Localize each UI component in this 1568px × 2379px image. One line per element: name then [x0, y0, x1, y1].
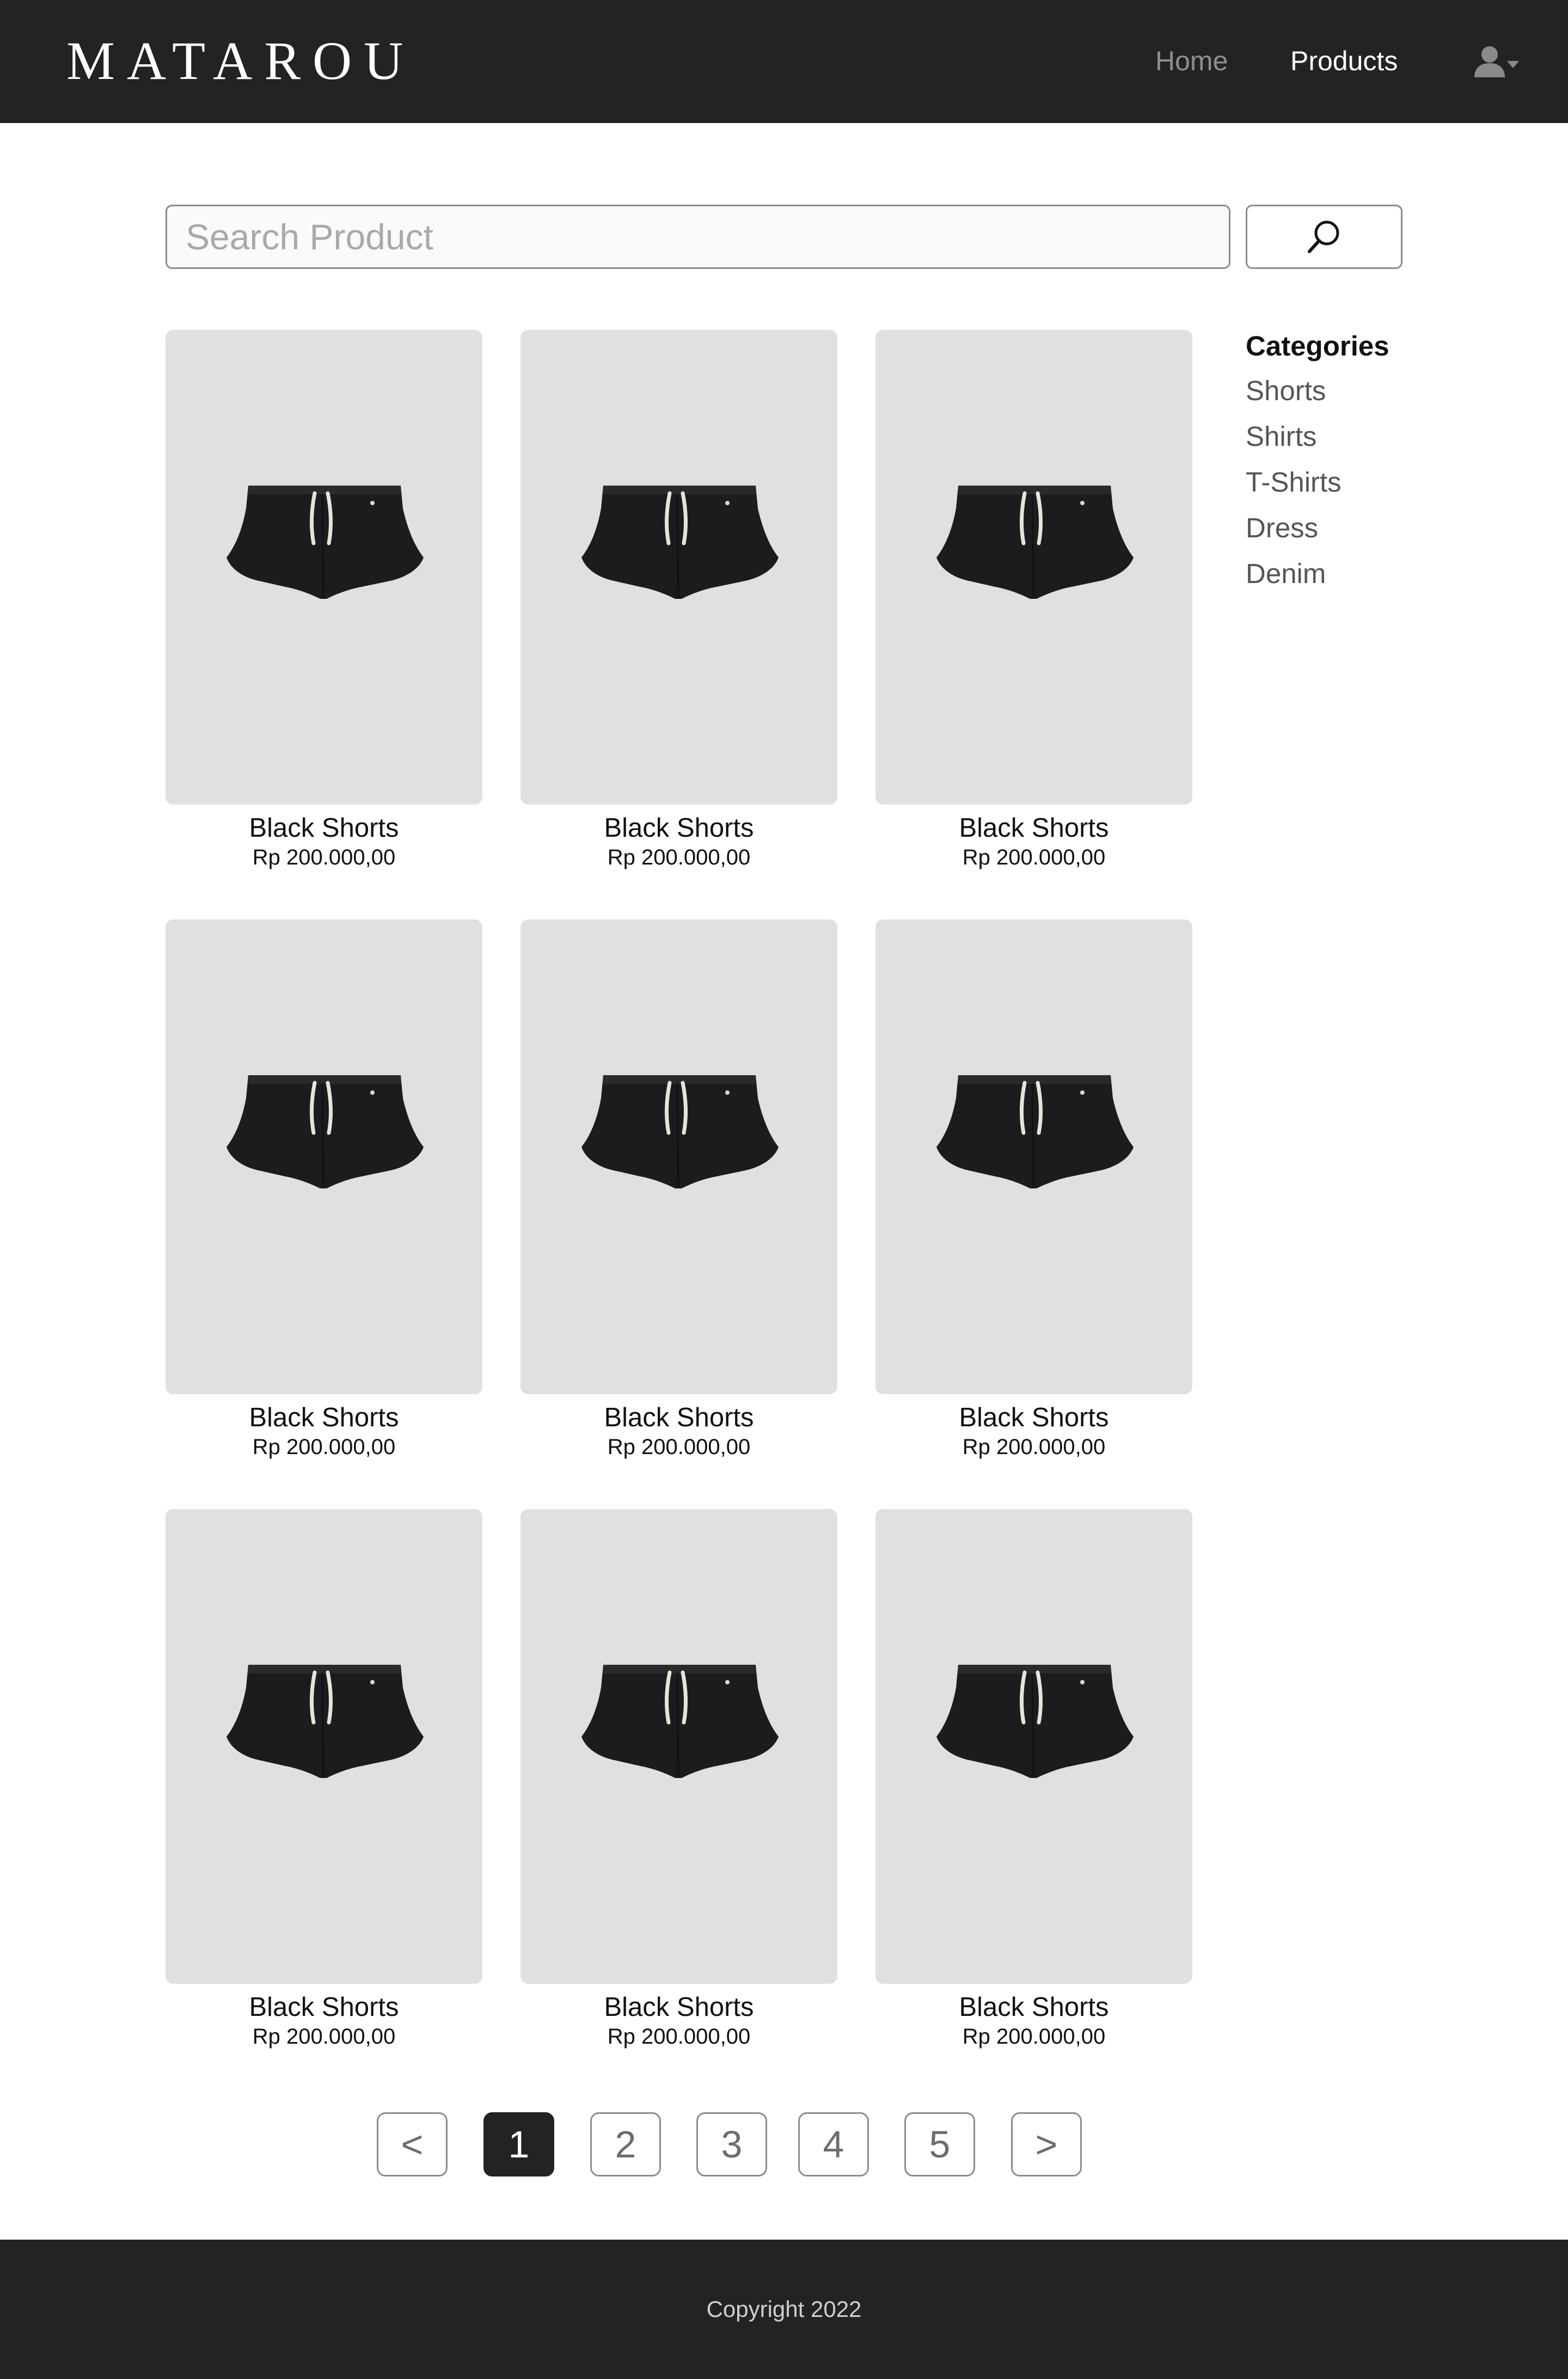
black-shorts-image [226, 486, 424, 599]
product-card[interactable]: Black Shorts Rp 200.000,00 [166, 1509, 482, 2053]
page-button-3[interactable]: 3 [696, 2112, 767, 2176]
product-price: Rp 200.000,00 [252, 845, 396, 869]
product-image[interactable] [520, 330, 837, 805]
user-menu-button[interactable] [1472, 44, 1521, 79]
product-price: Rp 200.000,00 [962, 1435, 1106, 1459]
user-icon [1474, 46, 1505, 77]
black-shorts-image [936, 1075, 1134, 1189]
page-button-5[interactable]: 5 [904, 2112, 975, 2176]
product-grid: Black Shorts Rp 200.000,00 Black Shorts Rp … [166, 330, 1192, 2053]
copyright-text: Copyright 2022 [706, 2296, 862, 2322]
product-price: Rp 200.000,00 [252, 1435, 396, 1459]
black-shorts-image [581, 486, 779, 599]
categories-sidebar: Categories Shorts Shirts T-Shirts Dress … [1246, 324, 1529, 597]
product-name[interactable]: Black Shorts [520, 1402, 837, 1433]
page-button-2[interactable]: 2 [590, 2112, 661, 2176]
category-shorts[interactable]: Shorts [1246, 368, 1529, 414]
caret-down-icon [1507, 61, 1519, 68]
product-card[interactable]: Black Shorts Rp 200.000,00 [875, 1509, 1192, 2053]
product-price: Rp 200.000,00 [607, 2025, 751, 2049]
product-image[interactable] [520, 919, 837, 1394]
product-price: Rp 200.000,00 [252, 2025, 396, 2049]
product-price: Rp 200.000,00 [607, 1435, 751, 1459]
product-name[interactable]: Black Shorts [166, 1991, 482, 2023]
product-image[interactable] [875, 330, 1192, 805]
page-button-1[interactable]: 1 [483, 2112, 554, 2176]
page-button-4[interactable]: 4 [798, 2112, 869, 2176]
product-image[interactable] [166, 330, 482, 805]
categories-title: Categories [1246, 330, 1389, 361]
black-shorts-image [226, 1665, 424, 1779]
next-page-button[interactable]: > [1011, 2112, 1082, 2176]
product-card[interactable]: Black Shorts Rp 200.000,00 [520, 919, 837, 1463]
product-price: Rp 200.000,00 [962, 845, 1106, 869]
prev-page-button[interactable]: < [377, 2112, 448, 2176]
brand-logo[interactable]: MATAROU [66, 28, 415, 94]
search-icon [1308, 220, 1339, 253]
product-name[interactable]: Black Shorts [166, 1402, 482, 1433]
product-card[interactable]: Black Shorts Rp 200.000,00 [166, 919, 482, 1463]
product-name[interactable]: Black Shorts [166, 812, 482, 844]
black-shorts-image [226, 1075, 424, 1189]
product-image[interactable] [875, 919, 1192, 1394]
black-shorts-image [581, 1665, 779, 1779]
category-dress[interactable]: Dress [1246, 505, 1529, 551]
product-name[interactable]: Black Shorts [520, 812, 837, 844]
product-image[interactable] [520, 1509, 837, 1984]
footer: Copyright 2022 [0, 2240, 1568, 2379]
black-shorts-image [936, 1665, 1134, 1779]
product-name[interactable]: Black Shorts [520, 1991, 837, 2023]
nav-products-link[interactable]: Products [1290, 39, 1398, 83]
product-image[interactable] [166, 919, 482, 1394]
product-card[interactable]: Black Shorts Rp 200.000,00 [166, 330, 482, 874]
navbar: MATAROU Home Products [0, 0, 1568, 123]
product-image[interactable] [166, 1509, 482, 1984]
search-button[interactable] [1246, 205, 1402, 269]
pagination: < 1 2 3 4 5 > [0, 2112, 1568, 2178]
product-card[interactable]: Black Shorts Rp 200.000,00 [875, 919, 1192, 1463]
search-input[interactable] [166, 205, 1230, 269]
black-shorts-image [581, 1075, 779, 1189]
product-price: Rp 200.000,00 [607, 845, 751, 869]
product-card[interactable]: Black Shorts Rp 200.000,00 [520, 1509, 837, 2053]
category-denim[interactable]: Denim [1246, 551, 1529, 597]
product-image[interactable] [875, 1509, 1192, 1984]
nav-home-link[interactable]: Home [1155, 39, 1228, 83]
product-name[interactable]: Black Shorts [875, 1402, 1192, 1433]
product-card[interactable]: Black Shorts Rp 200.000,00 [520, 330, 837, 874]
category-t-shirts[interactable]: T-Shirts [1246, 459, 1529, 505]
product-card[interactable]: Black Shorts Rp 200.000,00 [875, 330, 1192, 874]
product-name[interactable]: Black Shorts [875, 812, 1192, 844]
product-name[interactable]: Black Shorts [875, 1991, 1192, 2023]
category-shirts[interactable]: Shirts [1246, 414, 1529, 459]
black-shorts-image [936, 486, 1134, 599]
product-price: Rp 200.000,00 [962, 2025, 1106, 2049]
